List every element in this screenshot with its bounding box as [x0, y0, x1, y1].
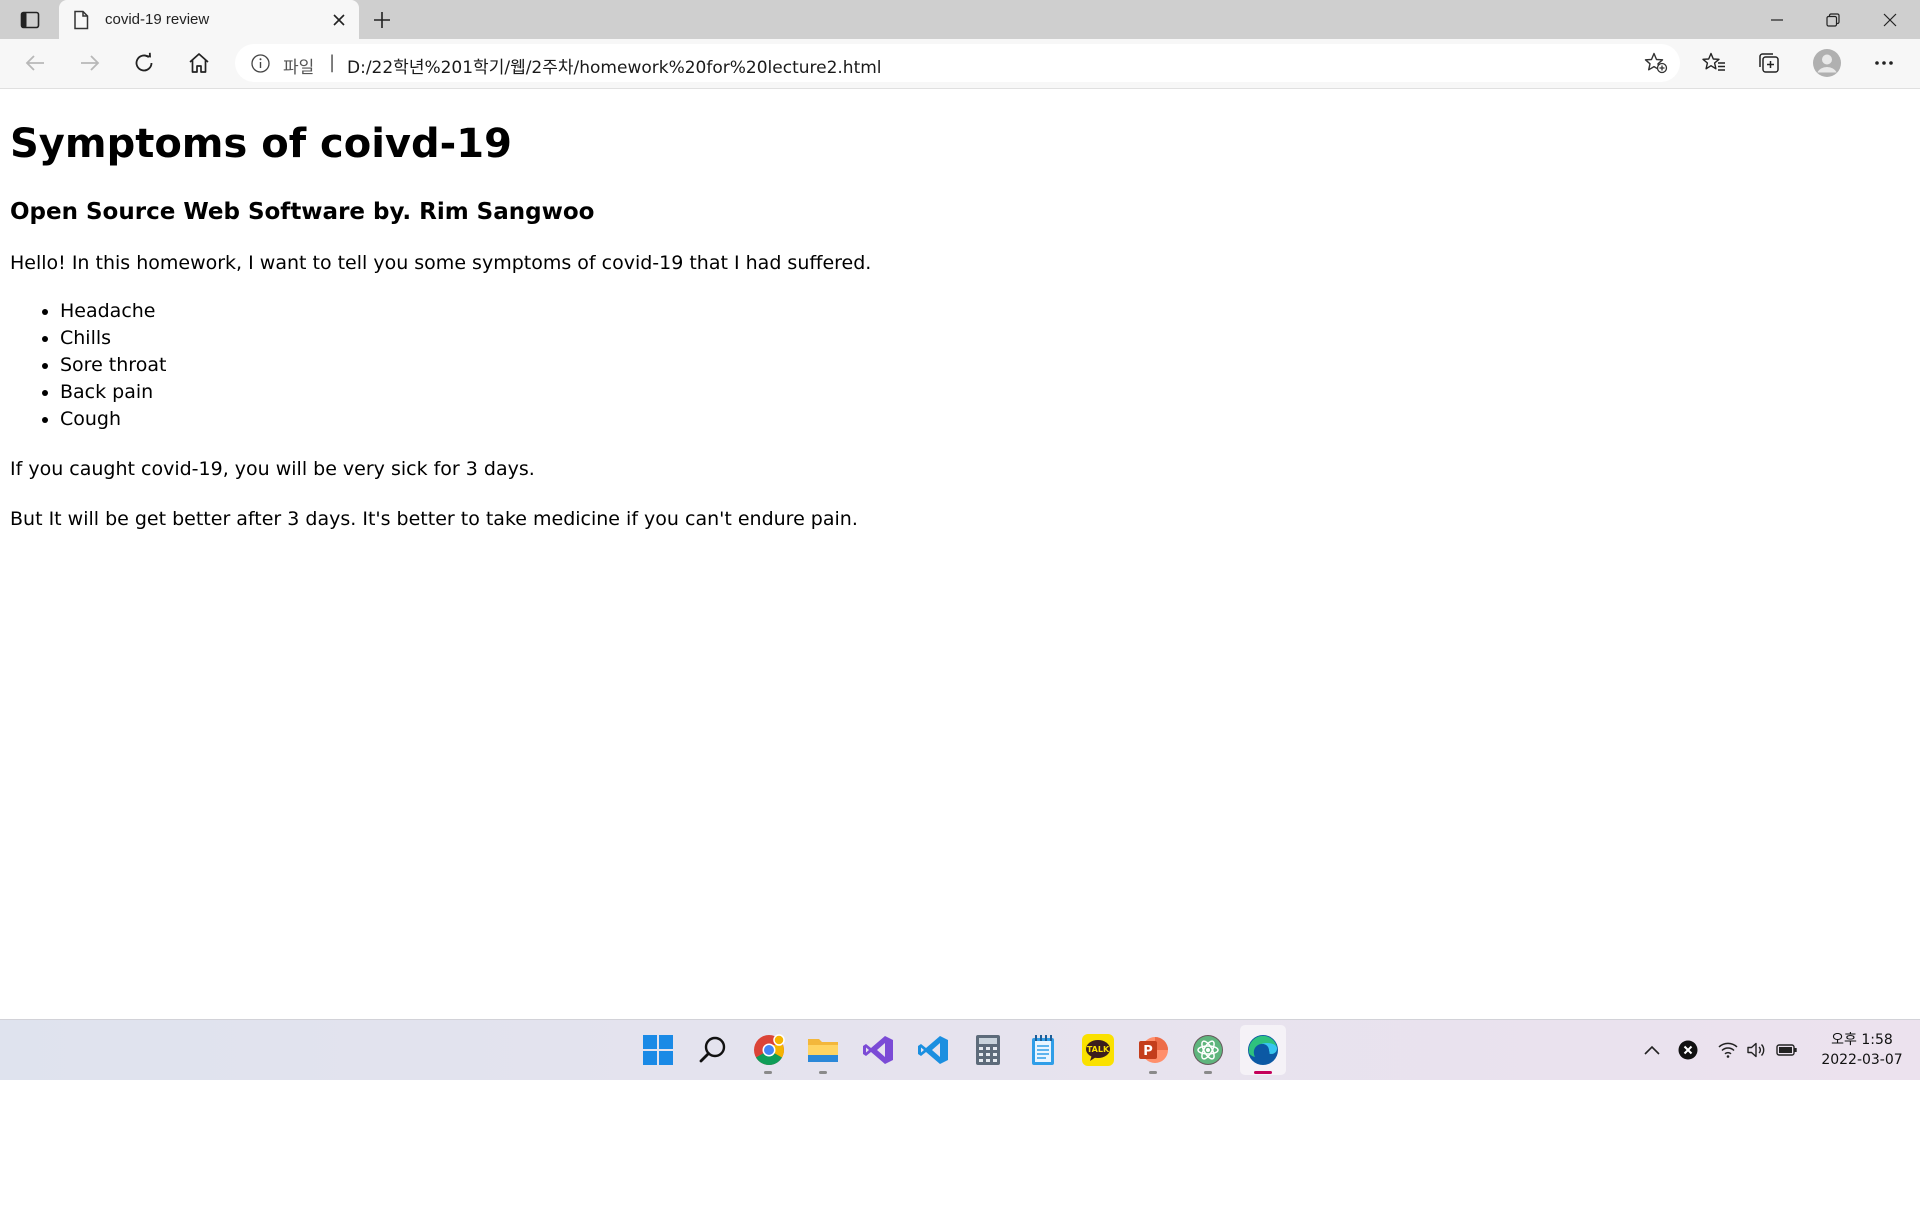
powerpoint-label: P	[1143, 1044, 1153, 1059]
taskbar: TALK P 오후 1:58 2022-03-07	[0, 1019, 1920, 1080]
paragraph-medicine: But It will be get better after 3 days. …	[10, 507, 858, 530]
desktop-below-taskbar	[0, 1080, 1920, 1209]
clock-time: 오후 1:58	[1831, 1032, 1893, 1048]
running-indicator	[1204, 1071, 1212, 1074]
symptom-list: Headache Chills Sore throat Back pain Co…	[10, 298, 1910, 433]
minimize-button[interactable]	[1749, 0, 1805, 39]
calculator-icon[interactable]	[971, 1033, 1005, 1067]
chrome-icon[interactable]	[752, 1033, 786, 1067]
powerpoint-icon[interactable]: P	[1136, 1033, 1170, 1067]
paragraph-sick-days: If you caught covid-19, you will be very…	[10, 458, 535, 481]
restore-icon	[1826, 12, 1840, 27]
favorites-icon	[1702, 52, 1725, 71]
add-favorite-button[interactable]	[1644, 52, 1668, 74]
tab-actions-icon	[20, 11, 40, 29]
settings-more-button[interactable]	[1866, 47, 1902, 79]
kakaotalk-icon[interactable]: TALK	[1081, 1033, 1115, 1067]
new-tab-button[interactable]	[368, 6, 396, 34]
close-icon	[333, 14, 345, 26]
site-info-icon[interactable]	[251, 54, 270, 73]
minimize-icon	[1771, 18, 1783, 21]
running-indicator	[1149, 1071, 1157, 1074]
chevron-up-icon	[1644, 1045, 1660, 1055]
browser-toolbar: 파일 | D:/22학년%201학기/웹/2주차/homework%20for%…	[0, 39, 1920, 89]
avatar-icon	[1813, 49, 1841, 77]
address-url[interactable]: D:/22학년%201학기/웹/2주차/homework%20for%20lec…	[347, 53, 882, 78]
address-separator: |	[329, 52, 336, 73]
page-subheading: Open Source Web Software by. Rim Sangwoo	[10, 199, 595, 225]
tab-title: covid-19 review	[105, 11, 210, 28]
notepad-icon[interactable]	[1026, 1033, 1060, 1067]
file-explorer-icon[interactable]	[806, 1033, 840, 1067]
list-item: Back pain	[60, 379, 1910, 406]
windows-start-icon[interactable]	[641, 1033, 675, 1067]
tray-app-icon[interactable]	[1677, 1039, 1699, 1061]
home-button[interactable]	[181, 47, 217, 79]
tab-close-button[interactable]	[329, 10, 349, 30]
show-hidden-icons-button[interactable]	[1641, 1039, 1663, 1061]
more-horizontal-icon	[1875, 61, 1893, 65]
battery-icon[interactable]	[1776, 1039, 1798, 1061]
restore-button[interactable]	[1805, 0, 1861, 39]
list-item: Chills	[60, 325, 1910, 352]
page-heading: Symptoms of coivd-19	[10, 121, 512, 167]
list-item: Sore throat	[60, 352, 1910, 379]
star-add-icon	[1644, 52, 1668, 74]
refresh-icon	[135, 52, 153, 72]
collections-icon	[1759, 53, 1779, 73]
close-icon	[1883, 13, 1897, 26]
favorites-button[interactable]	[1696, 47, 1732, 79]
tab-actions-button[interactable]	[12, 6, 48, 34]
address-bar[interactable]: 파일 | D:/22학년%201학기/웹/2주차/homework%20for%…	[235, 44, 1680, 82]
collections-button[interactable]	[1751, 47, 1787, 79]
running-indicator	[764, 1071, 772, 1074]
system-clock[interactable]: 오후 1:58 2022-03-07	[1812, 1030, 1912, 1070]
kakao-label: TALK	[1087, 1045, 1110, 1054]
search-icon[interactable]	[696, 1033, 730, 1067]
address-scheme: 파일	[283, 58, 315, 78]
running-indicator	[819, 1071, 827, 1074]
vscode-icon[interactable]	[916, 1033, 950, 1067]
atom-icon[interactable]	[1191, 1033, 1225, 1067]
tab-strip: covid-19 review	[0, 0, 1920, 39]
profile-button[interactable]	[1809, 47, 1845, 79]
arrow-left-icon	[25, 55, 44, 71]
arrow-right-icon	[81, 55, 100, 71]
visual-studio-icon[interactable]	[861, 1033, 895, 1067]
wifi-icon[interactable]	[1717, 1039, 1739, 1061]
plus-icon	[374, 12, 390, 28]
page-icon	[73, 10, 89, 30]
list-item: Cough	[60, 406, 1910, 433]
home-icon	[189, 53, 209, 73]
edge-icon[interactable]	[1246, 1033, 1280, 1067]
intro-paragraph: Hello! In this homework, I want to tell …	[10, 251, 872, 274]
volume-icon[interactable]	[1746, 1039, 1768, 1061]
active-app-indicator	[1254, 1071, 1272, 1074]
refresh-button[interactable]	[126, 47, 162, 79]
page-content: Symptoms of coivd-19 Open Source Web Sof…	[10, 89, 1910, 533]
back-button[interactable]	[17, 47, 53, 79]
close-window-button[interactable]	[1862, 0, 1918, 39]
clock-date: 2022-03-07	[1821, 1052, 1903, 1068]
forward-button[interactable]	[72, 47, 108, 79]
tab-active[interactable]: covid-19 review	[59, 0, 359, 39]
list-item: Headache	[60, 298, 1910, 325]
